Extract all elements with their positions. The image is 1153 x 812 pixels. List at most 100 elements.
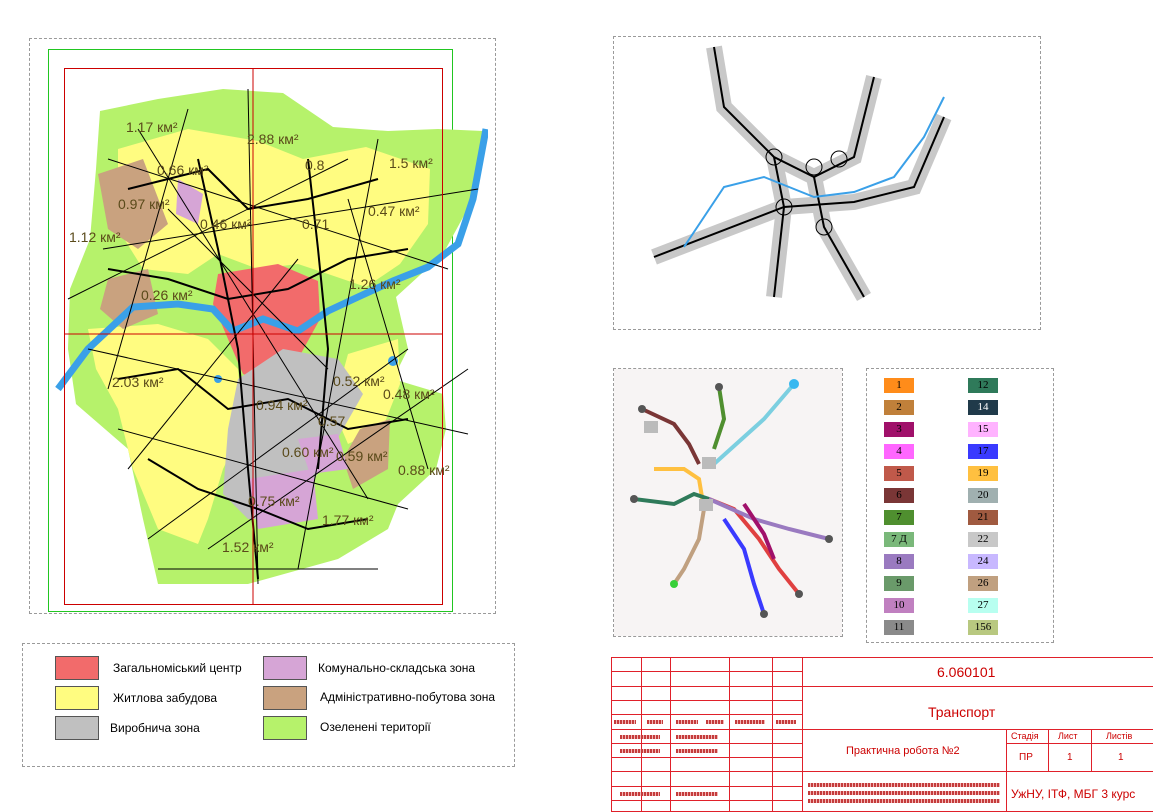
area-label: 1.52 км² <box>222 539 274 555</box>
redacted-name <box>776 720 796 724</box>
tb-hline <box>611 671 802 672</box>
legend-label: Виробнича зона <box>110 721 200 735</box>
tb-vline <box>772 657 773 812</box>
sheet-value: 1 <box>1067 752 1073 763</box>
header-sheet: Лист <box>1058 731 1078 741</box>
area-label: 0.57 <box>318 413 346 429</box>
tb-hline <box>611 700 802 701</box>
area-label: 0.71 <box>302 216 330 232</box>
network-scheme <box>651 45 952 301</box>
tb-vline <box>670 657 671 812</box>
redacted-name <box>676 792 718 796</box>
route-chip: 12 <box>968 378 998 393</box>
redacted-name <box>808 799 1000 803</box>
tb-vline <box>729 657 730 812</box>
route-chip: 156 <box>968 620 998 635</box>
route-chip: 5 <box>884 466 914 481</box>
route-chip: 8 <box>884 554 914 569</box>
tb-hline <box>611 729 1153 730</box>
area-label: 0.48 км² <box>383 386 435 402</box>
sheet-title: Транспорт <box>928 704 996 720</box>
stage-value: ПР <box>1019 752 1033 763</box>
tb-hline <box>611 800 802 801</box>
header-sheets: Листів <box>1106 731 1133 741</box>
tb-hline <box>611 686 1153 687</box>
area-label: 0.47 км² <box>368 203 420 219</box>
redacted-name <box>647 720 663 724</box>
redacted-name <box>808 791 1000 795</box>
organization: УжНУ, ІТФ, МБГ 3 курс <box>1011 787 1136 801</box>
sheets-value: 1 <box>1118 752 1124 763</box>
route-chip: 14 <box>968 400 998 415</box>
legend-label: Комунально-складська зона <box>318 661 476 675</box>
work-title: Практична робота №2 <box>846 745 960 757</box>
area-label: 2.03 км² <box>112 374 164 390</box>
tb-hline <box>611 743 802 744</box>
area-label: 0.46 км² <box>200 216 252 232</box>
legend-swatch-city-center <box>55 656 99 680</box>
redacted-name <box>620 792 660 796</box>
header-stage: Стадія <box>1011 731 1039 741</box>
area-label: 0.26 км² <box>141 287 193 303</box>
route-chip: 2 <box>884 400 914 415</box>
area-label: 0.59 км² <box>336 448 388 464</box>
legend-swatch-green <box>263 716 307 740</box>
route-chip: 15 <box>968 422 998 437</box>
route-map <box>614 369 842 636</box>
area-label: 1.17 км² <box>126 119 178 135</box>
route-chip: 20 <box>968 488 998 503</box>
route-chip: 7 <box>884 510 914 525</box>
tb-vline <box>1006 729 1007 812</box>
area-label: 0.60 км² <box>282 444 334 460</box>
redacted-name <box>676 735 718 739</box>
tb-vline <box>802 657 803 812</box>
tb-hline <box>611 786 802 787</box>
legend-swatch-production <box>55 716 99 740</box>
area-label: 0.88 км² <box>398 462 450 478</box>
redacted-name <box>808 783 1000 787</box>
route-chip: 27 <box>968 598 998 613</box>
redacted-name <box>706 720 724 724</box>
route-chip: 9 <box>884 576 914 591</box>
tb-hline <box>1006 743 1153 744</box>
route-chip: 1 <box>884 378 914 393</box>
area-label: 1.77 км² <box>322 512 374 528</box>
route-chip: 21 <box>968 510 998 525</box>
legend-label: Адміністративно-побутова зона <box>320 690 496 704</box>
route-chip: 4 <box>884 444 914 459</box>
area-label: 2.88 км² <box>247 131 299 147</box>
area-label: 0.75 км² <box>248 493 300 509</box>
route-chip: 19 <box>968 466 998 481</box>
legend-swatch-storage <box>263 656 307 680</box>
area-label: 1.5 км² <box>389 155 433 171</box>
area-label: 0.97 км² <box>118 196 170 212</box>
area-label: 0.52 км² <box>333 373 385 389</box>
route-chip: 17 <box>968 444 998 459</box>
redacted-name <box>620 749 660 753</box>
route-chip: 11 <box>884 620 914 635</box>
route-chip: 6 <box>884 488 914 503</box>
legend-label: Озеленені території <box>320 720 431 734</box>
redacted-name <box>614 720 636 724</box>
tb-hline <box>611 714 802 715</box>
legend-label: Загальноміський центр <box>113 661 242 675</box>
area-label: 1.12 км² <box>69 229 121 245</box>
tb-vline <box>1048 729 1049 771</box>
route-chip: 26 <box>968 576 998 591</box>
route-chip: 7 Д <box>884 532 914 547</box>
tb-vline <box>1091 729 1092 771</box>
legend-label: Житлова забудова <box>113 691 218 705</box>
route-chip: 24 <box>968 554 998 569</box>
redacted-name <box>676 749 718 753</box>
route-chip: 3 <box>884 422 914 437</box>
route-chip: 10 <box>884 598 914 613</box>
area-label: 0.8 <box>305 157 325 173</box>
document-code: 6.060101 <box>937 664 996 680</box>
area-label: 0.94 км² <box>256 397 308 413</box>
redacted-name <box>676 720 698 724</box>
area-label: 0.66 км² <box>157 162 209 178</box>
legend-swatch-residential <box>55 686 99 710</box>
area-label: 1.26 км² <box>349 276 401 292</box>
legend-swatch-admin <box>263 686 307 710</box>
tb-hline <box>611 757 802 758</box>
